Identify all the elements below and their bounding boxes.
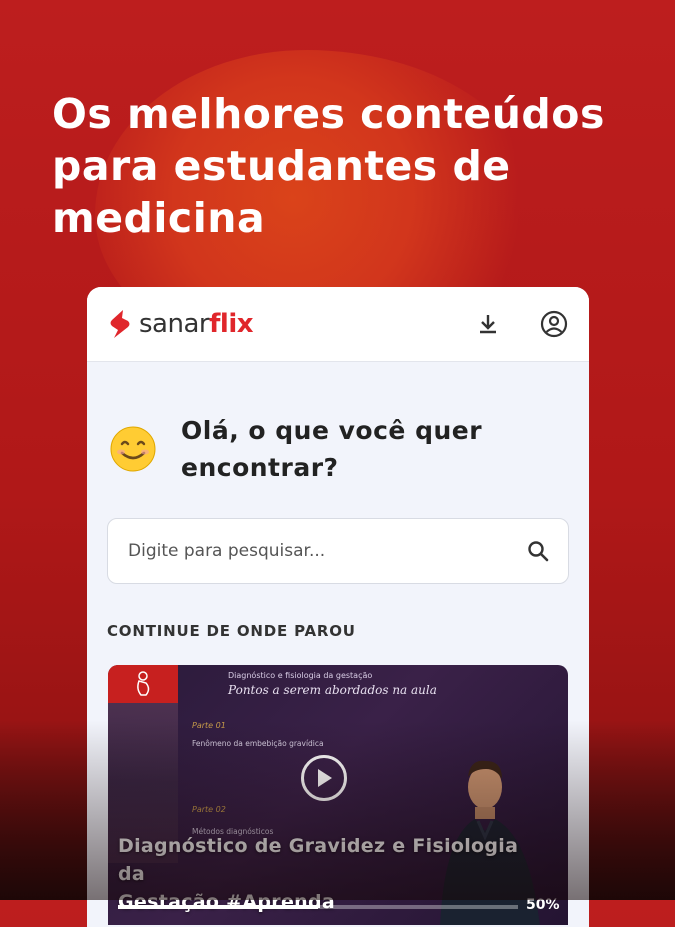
pregnancy-icon [137, 671, 150, 696]
progress-fill [118, 905, 318, 909]
app-screen: sanarflix Olá, o que você quer encontrar… [87, 287, 589, 927]
slide-part-2: Parte 02 [192, 805, 226, 814]
slide-subtitle: Pontos a serem abordados na aula [228, 683, 437, 697]
greeting-text: Olá, o que você quer encontrar? [181, 412, 482, 486]
video-title-line-2: Gestação #Aprenda [118, 891, 335, 913]
slide-header: Diagnóstico e fisiologia da gestação [228, 671, 373, 680]
play-icon [318, 769, 332, 787]
smiling-face-emoji-icon [110, 426, 156, 472]
greeting-line-2: encontrar? [181, 453, 339, 482]
search-input[interactable]: Digite para pesquisar... [107, 518, 569, 584]
app-logo-text: sanarflix [139, 309, 253, 339]
video-title-line-1: Diagnóstico de Gravidez e Fisiologia da [118, 835, 519, 885]
continue-video-card[interactable]: Diagnóstico e fisiologia da gestação Pon… [108, 665, 568, 925]
slide-bullet-1: Fenômeno da embebição gravídica [192, 739, 324, 748]
progress-label: 50% [526, 897, 560, 913]
section-title: CONTINUE DE ONDE PAROU [107, 622, 356, 640]
video-title: Diagnóstico de Gravidez e Fisiologia da … [118, 832, 538, 916]
promo-headline: Os melhores conteúdos para estudantes de… [52, 90, 605, 242]
download-button[interactable] [473, 309, 503, 339]
account-circle-icon [540, 310, 568, 338]
play-button[interactable] [301, 755, 347, 801]
progress-bar [118, 905, 518, 909]
greeting: Olá, o que você quer encontrar? [87, 362, 589, 486]
app-bar: sanarflix [87, 287, 589, 362]
download-icon [480, 315, 496, 334]
sanarflix-logo-icon [110, 310, 130, 338]
search-icon[interactable] [526, 539, 550, 563]
slide-part-1: Parte 01 [192, 721, 226, 730]
search-placeholder: Digite para pesquisar... [128, 541, 326, 561]
greeting-line-1: Olá, o que você quer [181, 416, 483, 445]
profile-button[interactable] [539, 309, 569, 339]
obstetrics-tag [108, 665, 178, 703]
